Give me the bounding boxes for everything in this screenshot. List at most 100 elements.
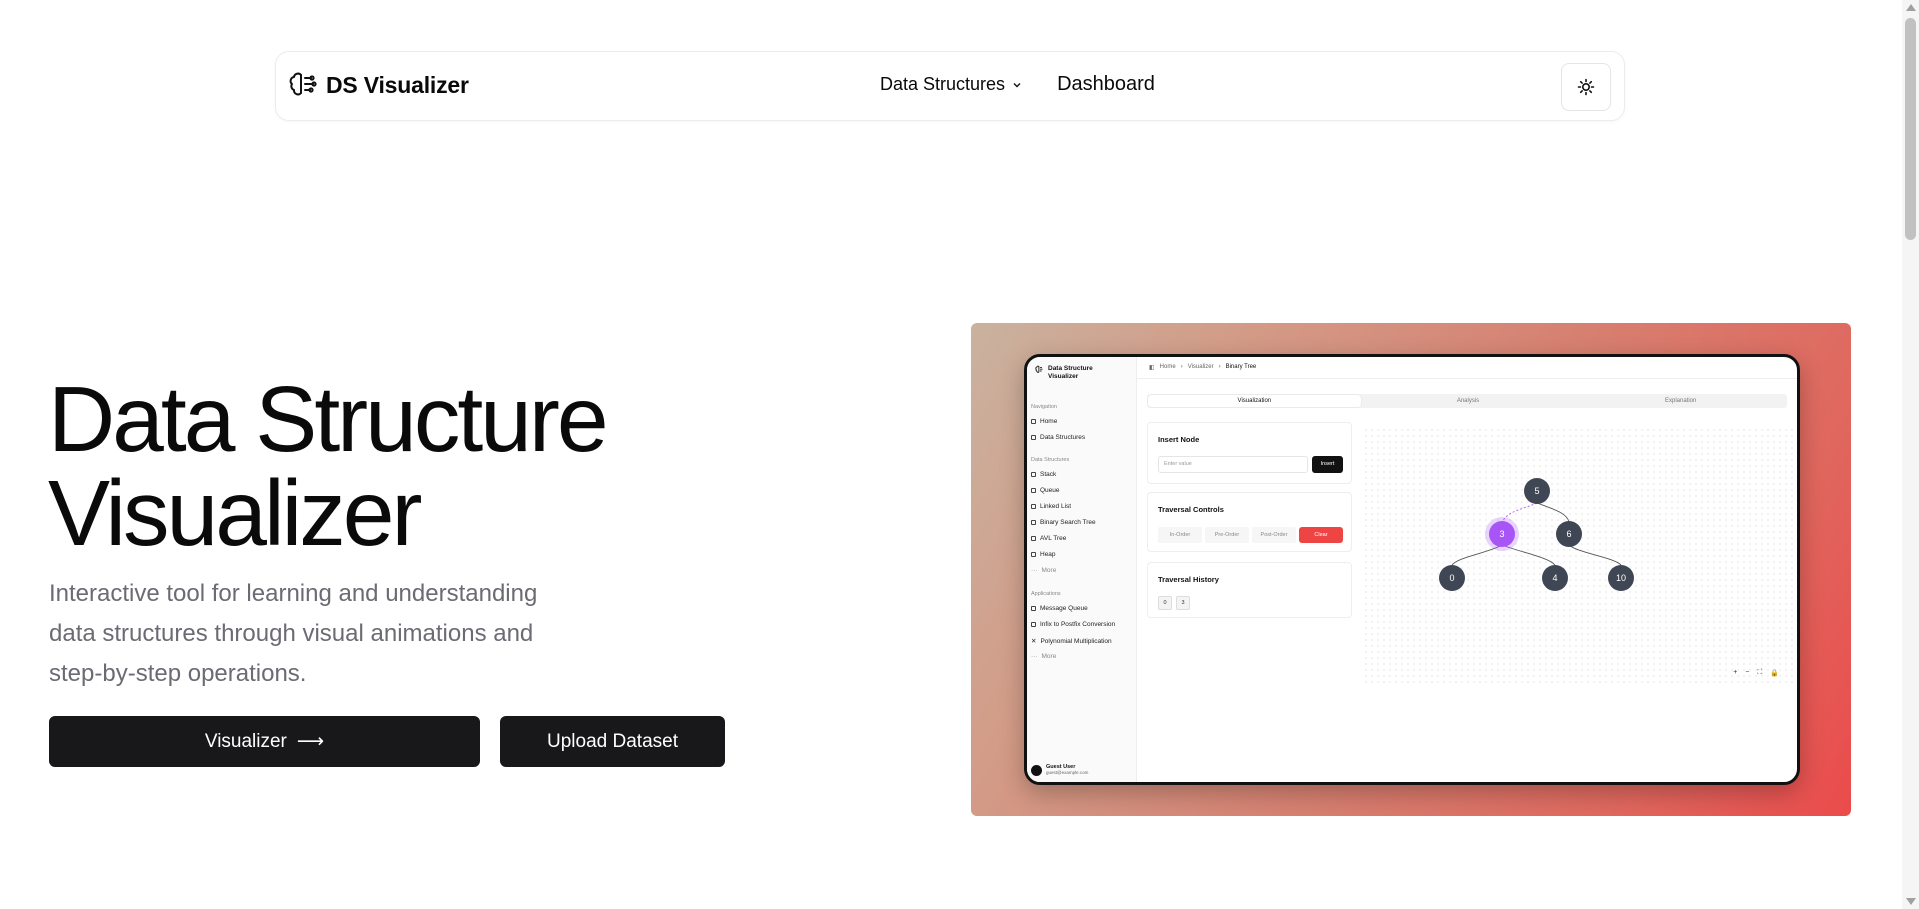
preview-sidebar-item-bst: Binary Search Tree <box>1031 519 1096 526</box>
visualizer-button[interactable]: Visualizer ⟶ <box>49 716 480 767</box>
preview-sidebar-label: Infix to Postfix Conversion <box>1040 621 1116 628</box>
preview-sidebar-item-stack: Stack <box>1031 471 1056 478</box>
tree-icon <box>1031 520 1036 525</box>
preview-apps-section: Applications <box>1031 591 1061 597</box>
message-icon <box>1031 606 1036 611</box>
node-label: 6 <box>1566 529 1571 539</box>
sidebar-toggle-icon: ◧ <box>1149 365 1155 371</box>
node-label: 3 <box>1499 529 1504 539</box>
tab-visualization: Visualization <box>1148 395 1361 407</box>
tree-node: 5 <box>1524 478 1550 504</box>
brand[interactable]: DS Visualizer <box>288 70 469 100</box>
preview-sidebar-label: More <box>1041 653 1057 660</box>
node-label: 0 <box>1449 573 1454 583</box>
preview-sidebar-item-linked-list: Linked List <box>1031 503 1071 510</box>
node-label: 10 <box>1616 573 1626 583</box>
preview-sidebar-label: More <box>1041 567 1057 574</box>
preview-user-profile: Guest User guest@example.com <box>1031 764 1088 776</box>
sun-icon <box>1577 78 1595 96</box>
database-icon <box>1031 435 1036 440</box>
pre-order-button: Pre-Order <box>1205 527 1249 543</box>
breadcrumb-separator: › <box>1180 364 1183 370</box>
insert-node-card: Insert Node Enter value Insert <box>1147 422 1352 484</box>
preview-sidebar-label: Message Queue <box>1040 605 1088 612</box>
preview-user-email: guest@example.com <box>1046 770 1089 775</box>
preview-sidebar-item-infix-postfix: Infix to Postfix Conversion <box>1031 621 1115 628</box>
preview-sidebar-item-data-structures: Data Structures <box>1031 434 1085 441</box>
insert-button: Insert <box>1312 456 1343 473</box>
home-icon <box>1031 419 1036 424</box>
upload-dataset-label: Upload Dataset <box>547 730 678 752</box>
tree-node: 4 <box>1542 565 1568 591</box>
preview-topbar: ◧ Home › Visualizer › Binary Tree <box>1137 357 1797 379</box>
scroll-thumb[interactable] <box>1905 18 1916 240</box>
preview-sidebar-label: Linked List <box>1040 503 1072 510</box>
data-structures-dropdown[interactable]: Data Structures <box>880 74 1023 95</box>
more-icon: ··· <box>1031 653 1038 660</box>
zoom-controls: + − ⛶ 🔒 <box>1733 669 1779 677</box>
tab-explanation: Explanation <box>1665 398 1697 404</box>
preview-sidebar-item-heap: Heap <box>1031 551 1056 558</box>
visualizer-button-label: Visualizer <box>204 730 287 752</box>
preview-brand: Data Structure Visualizer <box>1035 365 1108 381</box>
preview-brain-icon <box>1035 365 1043 373</box>
preview-sidebar-label: Heap <box>1040 551 1056 558</box>
breadcrumb-item: Home <box>1159 364 1176 370</box>
tree-edge <box>1568 544 1622 566</box>
brand-name: DS Visualizer <box>326 71 469 98</box>
preview-sidebar-item-more: ··· More <box>1031 567 1056 574</box>
app-preview-image: Data Structure Visualizer Navigation Hom… <box>971 323 1851 816</box>
list-icon <box>1031 504 1036 509</box>
tree-edge <box>1536 502 1570 523</box>
breadcrumb: ◧ Home › Visualizer › Binary Tree <box>1149 364 1256 371</box>
preview-sidebar-label: Polynomial Multiplication <box>1040 637 1112 645</box>
top-navbar: DS Visualizer Data Structures Dashboard <box>275 51 1625 121</box>
in-order-button: In-Order <box>1158 527 1202 543</box>
preview-sidebar-label: Queue <box>1040 487 1060 494</box>
main-nav: Data Structures Dashboard <box>880 73 1155 96</box>
preview-sidebar-label: Data Structures <box>1040 434 1086 441</box>
zoom-in-icon: + <box>1733 669 1738 676</box>
hero-title: Data Structure Visualizer <box>48 372 748 560</box>
theme-toggle-button[interactable] <box>1561 63 1611 111</box>
queue-icon <box>1031 488 1036 493</box>
preview-sidebar-item-queue: Queue <box>1031 487 1060 494</box>
triangle-icon <box>1031 536 1036 541</box>
hero-title-line-1: Data Structure <box>48 367 609 471</box>
binary-tree-svg: 5 3 6 0 4 10 <box>1439 478 1634 591</box>
page-scrollbar[interactable] <box>1902 0 1919 909</box>
tree-node: 10 <box>1608 565 1634 591</box>
scroll-up-arrow[interactable] <box>1906 4 1916 11</box>
upload-dataset-button[interactable]: Upload Dataset <box>500 716 725 767</box>
node-label: 4 <box>1552 573 1557 583</box>
scroll-down-arrow[interactable] <box>1906 898 1916 905</box>
traversal-history-card: Traversal History 0 3 <box>1147 562 1352 618</box>
history-value: 0 <box>1158 596 1172 610</box>
equals-icon <box>1031 622 1036 627</box>
preview-sidebar-label: AVL Tree <box>1040 535 1067 542</box>
dashboard-link[interactable]: Dashboard <box>1057 73 1155 96</box>
brain-logo-icon <box>289 72 317 96</box>
preview-sidebar-item-message-queue: Message Queue <box>1031 605 1088 612</box>
traversal-controls-title: Traversal Controls <box>1158 505 1224 514</box>
breadcrumb-item: Visualizer <box>1187 364 1214 370</box>
tab-analysis: Analysis <box>1456 398 1480 404</box>
x-icon: ✕ <box>1031 638 1037 645</box>
preview-sidebar-label: Stack <box>1040 471 1057 478</box>
stack-icon <box>1031 472 1036 477</box>
preview-sidebar-item-more-apps: ··· More <box>1031 653 1056 660</box>
preview-sidebar-item-home: Home <box>1031 418 1057 425</box>
traversal-history-title: Traversal History <box>1158 575 1219 584</box>
insert-node-title: Insert Node <box>1158 435 1200 444</box>
device-frame: Data Structure Visualizer Navigation Hom… <box>1024 354 1800 785</box>
preview-ds-section: Data Structures <box>1031 457 1070 463</box>
lock-icon: 🔒 <box>1770 670 1779 677</box>
preview-tabs: Visualization Analysis Explanation <box>1147 394 1787 408</box>
preview-sidebar-item-avl-tree: AVL Tree <box>1031 535 1066 542</box>
clear-button: Clear <box>1299 527 1343 543</box>
preview-app-title: Data Structure Visualizer <box>1048 365 1093 380</box>
preview-nav-section: Navigation <box>1031 404 1057 410</box>
fit-view-icon: ⛶ <box>1757 669 1763 676</box>
hero-title-line-2: Visualizer <box>48 461 422 565</box>
insert-value-input: Enter value <box>1158 456 1308 473</box>
